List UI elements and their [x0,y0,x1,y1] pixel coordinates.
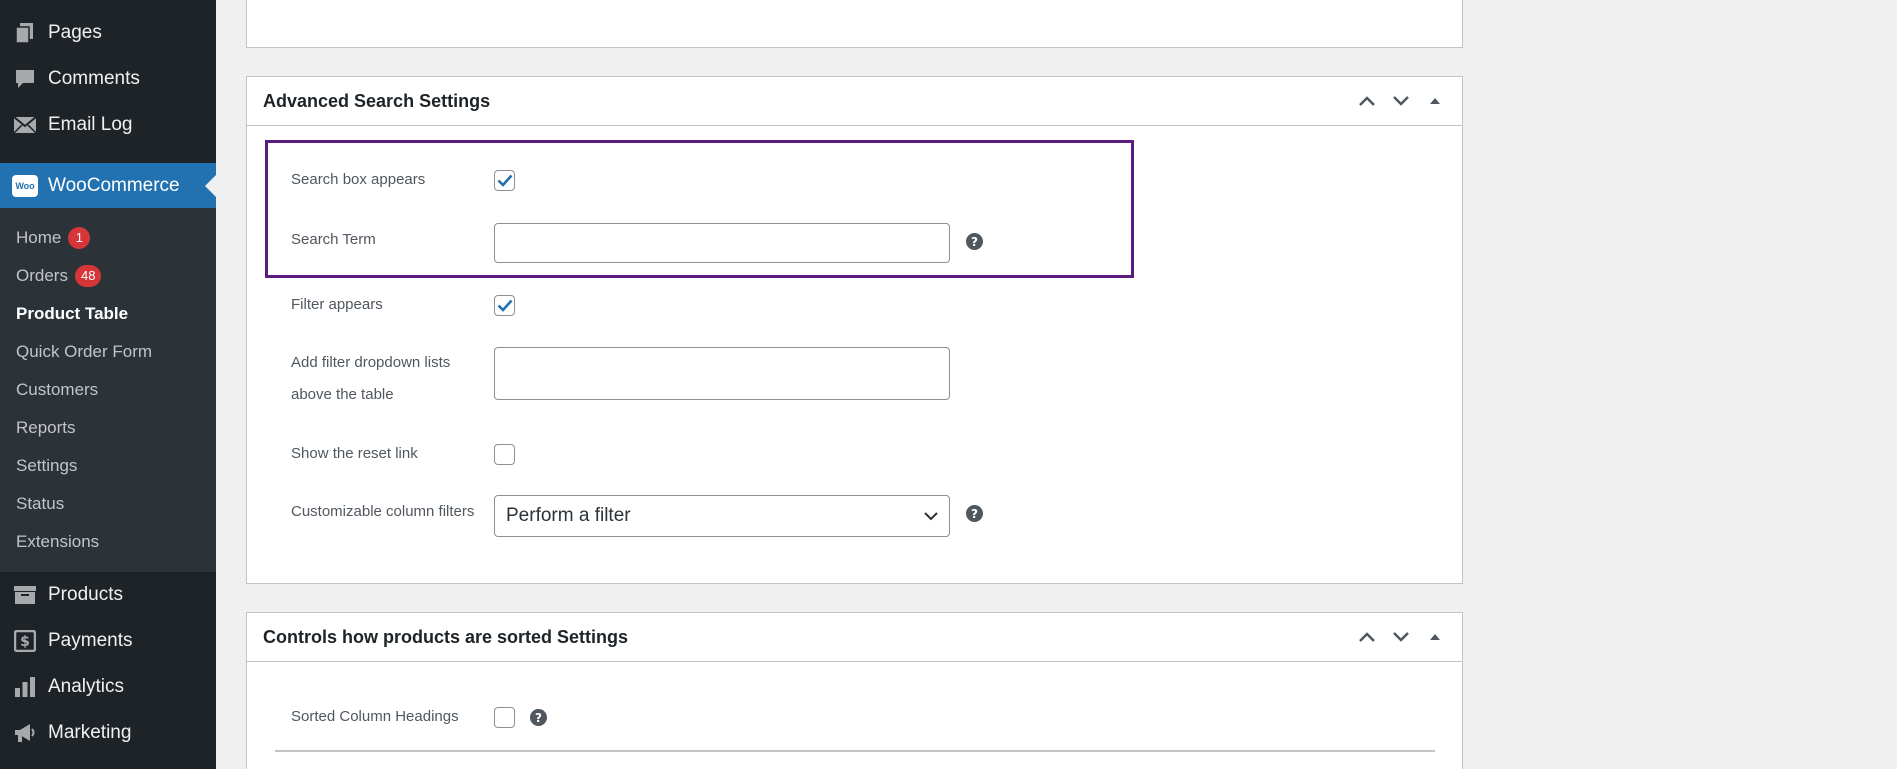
analytics-icon [12,674,38,700]
menu-marketing[interactable]: Marketing [0,710,216,756]
menu-payments[interactable]: $ Payments [0,618,216,664]
panel-header: Advanced Search Settings [247,77,1462,126]
previous-settings-panel [246,0,1463,48]
panel-title: Controls how products are sorted Setting… [263,626,629,647]
menu-label: Marketing [48,722,132,743]
submenu-product-table[interactable]: Product Table [16,299,128,329]
products-icon [12,582,38,608]
help-icon[interactable]: ? [966,505,983,522]
panel-title: Advanced Search Settings [263,90,491,111]
sorting-settings-panel: Controls how products are sorted Setting… [246,612,1463,769]
filter-dropdowns-label-line1: Add filter dropdown lists [291,354,451,371]
payments-icon: $ [12,628,38,654]
submenu-label: Settings [16,456,78,475]
menu-label: Email Log [48,114,133,135]
submenu-home[interactable]: Home 1 [16,223,91,253]
panel-controls [1350,84,1452,118]
admin-sidebar: Pages Comments Email Log Woo WooCommerce… [0,0,216,769]
menu-analytics[interactable]: Analytics [0,664,216,710]
reset-link-checkbox[interactable] [494,444,515,465]
current-menu-arrow [205,175,216,197]
move-up-button[interactable] [1350,84,1384,118]
filter-appears-checkbox[interactable] [494,295,515,316]
toggle-panel-button[interactable] [1418,620,1452,654]
divider [275,750,1435,752]
reset-link-label: Show the reset link [291,445,418,462]
menu-label: Analytics [48,676,125,697]
search-box-checkbox[interactable] [494,170,515,191]
column-filters-label: Customizable column filters [291,503,475,520]
notification-badge: 48 [74,265,102,287]
email-icon [12,112,38,138]
submenu-reports[interactable]: Reports [16,413,76,443]
submenu-orders[interactable]: Orders 48 [16,261,102,291]
filter-dropdowns-label-line2: above the table [291,386,394,403]
svg-text:$: $ [20,634,30,650]
menu-pages[interactable]: Pages [0,10,216,56]
sorted-headings-label: Sorted Column Headings [291,708,459,725]
chevron-up-icon [1359,632,1375,642]
chevron-down-icon [1393,632,1409,642]
search-box-label: Search box appears [291,171,426,188]
menu-label: Products [48,584,123,605]
submenu-label: Customers [16,380,99,399]
select-value: Perform a filter [506,505,631,526]
comments-icon [12,66,38,92]
menu-label: Pages [48,22,102,43]
woocommerce-submenu: Home 1 Orders 48 Product Table Quick Ord… [0,208,216,572]
woo-logo: Woo [12,175,38,197]
search-term-label: Search Term [291,231,376,248]
chevron-down-icon [1393,96,1409,106]
checkmark-icon [497,174,512,187]
submenu-label: Reports [16,418,76,437]
submenu-label: Status [16,494,65,513]
panel-header: Controls how products are sorted Setting… [247,613,1462,662]
search-term-input[interactable] [494,223,950,263]
menu-label: Payments [48,630,133,651]
submenu-settings[interactable]: Settings [16,451,77,481]
submenu-label: Home [16,228,62,247]
sorted-headings-checkbox[interactable] [494,707,515,728]
help-icon[interactable]: ? [530,709,547,726]
menu-email-log[interactable]: Email Log [0,102,216,148]
notification-badge: 1 [68,227,91,249]
chevron-down-icon [924,512,938,521]
column-filters-select[interactable]: Perform a filter [494,495,950,537]
submenu-label: Extensions [16,532,100,551]
help-icon[interactable]: ? [966,233,983,250]
submenu-extensions[interactable]: Extensions [16,527,99,557]
menu-comments[interactable]: Comments [0,56,216,102]
filter-dropdowns-input[interactable] [494,347,950,400]
menu-label: Comments [48,68,140,89]
woocommerce-icon: Woo [12,173,38,199]
submenu-customers[interactable]: Customers [16,375,98,405]
chevron-up-icon [1359,96,1375,106]
checkmark-icon [497,299,512,312]
submenu-label: Orders [16,266,68,285]
move-down-button[interactable] [1384,84,1418,118]
submenu-quick-order-form[interactable]: Quick Order Form [16,337,152,367]
marketing-icon [12,720,38,746]
triangle-up-icon [1430,634,1440,640]
triangle-up-icon [1430,98,1440,104]
menu-products[interactable]: Products [0,572,216,618]
filter-appears-label: Filter appears [291,296,383,313]
menu-label: WooCommerce [48,175,180,196]
pages-icon [12,20,38,46]
panel-controls [1350,620,1452,654]
submenu-label: Quick Order Form [16,342,153,361]
move-down-button[interactable] [1384,620,1418,654]
menu-woocommerce[interactable]: Woo WooCommerce [0,163,216,209]
move-up-button[interactable] [1350,620,1384,654]
submenu-label: Product Table [16,304,129,323]
submenu-status[interactable]: Status [16,489,64,519]
toggle-panel-button[interactable] [1418,84,1452,118]
